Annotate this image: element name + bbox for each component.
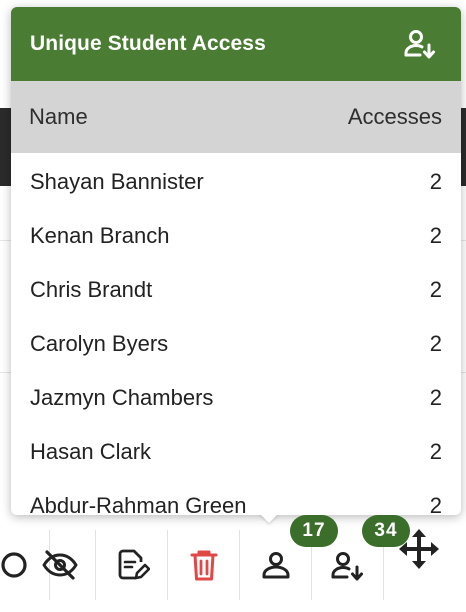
person-download-icon[interactable] bbox=[401, 25, 439, 63]
popover-arrow bbox=[259, 513, 279, 523]
column-header-accesses[interactable]: Accesses bbox=[348, 104, 442, 130]
access-count: 2 bbox=[429, 493, 442, 515]
delete-button[interactable] bbox=[168, 530, 240, 600]
access-count: 2 bbox=[429, 277, 442, 302]
student-name: Kenan Branch bbox=[30, 223, 170, 248]
unique-access-count-badge: 34 bbox=[362, 515, 410, 547]
table-row[interactable]: Jazmyn Chambers 2 bbox=[11, 371, 461, 425]
unique-student-access-popover: Unique Student Access Name Accesses Shay… bbox=[11, 7, 461, 515]
access-count: 2 bbox=[429, 223, 442, 248]
popover-title: Unique Student Access bbox=[30, 32, 266, 55]
table-header: Name Accesses bbox=[11, 81, 461, 153]
student-access-list: Shayan Bannister 2 Kenan Branch 2 Chris … bbox=[11, 153, 461, 515]
student-name: Shayan Bannister bbox=[30, 169, 204, 194]
edit-button[interactable] bbox=[96, 530, 168, 600]
access-count: 2 bbox=[429, 331, 442, 356]
students-count-badge: 17 bbox=[290, 515, 338, 547]
popover-header: Unique Student Access bbox=[11, 7, 461, 81]
student-name: Abdur-Rahman Green bbox=[30, 493, 247, 515]
table-row[interactable]: Chris Brandt 2 bbox=[11, 263, 461, 317]
access-count: 2 bbox=[429, 169, 442, 194]
trash-icon bbox=[190, 550, 217, 581]
student-name: Chris Brandt bbox=[30, 277, 153, 302]
person-icon bbox=[262, 552, 289, 579]
access-count: 2 bbox=[429, 439, 442, 464]
person-download-icon bbox=[331, 552, 363, 581]
table-row[interactable]: Hasan Clark 2 bbox=[11, 425, 461, 479]
eye-slash-icon bbox=[42, 550, 77, 580]
table-row[interactable]: Kenan Branch 2 bbox=[11, 209, 461, 263]
edit-document-icon bbox=[118, 549, 150, 580]
student-name: Jazmyn Chambers bbox=[30, 385, 214, 410]
table-row[interactable]: Abdur-Rahman Green 2 bbox=[11, 479, 461, 515]
column-header-name[interactable]: Name bbox=[29, 104, 88, 130]
table-row[interactable]: Carolyn Byers 2 bbox=[11, 317, 461, 371]
access-count: 2 bbox=[429, 385, 442, 410]
student-name: Carolyn Byers bbox=[30, 331, 169, 356]
hide-button[interactable] bbox=[24, 530, 96, 600]
student-name: Hasan Clark bbox=[30, 439, 152, 464]
table-row[interactable]: Shayan Bannister 2 bbox=[11, 155, 461, 209]
